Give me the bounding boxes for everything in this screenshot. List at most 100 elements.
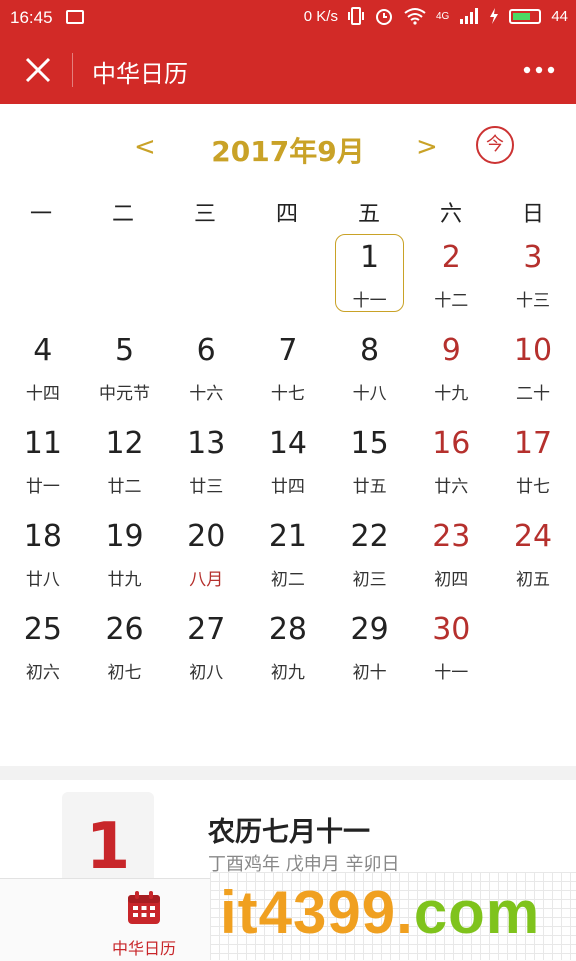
- calendar-day-18[interactable]: 18 廿八: [2, 511, 84, 604]
- calendar-day-2[interactable]: 2 十二: [410, 232, 492, 325]
- status-bar: 16:45 0 K/s 4G 44: [0, 0, 576, 36]
- calendar-day-21[interactable]: 21 初二: [247, 511, 329, 604]
- day-number: 23: [432, 519, 471, 554]
- signal-icon: [460, 8, 479, 24]
- calendar-day-4[interactable]: 4 十四: [2, 325, 84, 418]
- calendar-day-1[interactable]: 1 十一: [329, 232, 411, 325]
- next-month-button[interactable]: >: [416, 132, 438, 162]
- calendar-day-5[interactable]: 5 中元节: [84, 325, 166, 418]
- weekday-label: 日: [521, 202, 544, 227]
- lunar-day-label: 初八: [189, 663, 224, 683]
- lunar-day-label: 初六: [25, 663, 60, 683]
- lunar-day-label: 廿一: [25, 477, 60, 497]
- network-type: 4G: [435, 10, 450, 22]
- lunar-day-label: 廿七: [515, 477, 550, 497]
- lunar-day-label: 十一: [352, 291, 387, 311]
- calendar-day-22[interactable]: 22 初三: [329, 511, 411, 604]
- net-speed: 0 K/s: [303, 7, 338, 25]
- day-number: 9: [441, 333, 461, 368]
- calendar-day-13[interactable]: 13 廿三: [165, 418, 247, 511]
- lunar-day-label: 廿五: [352, 477, 387, 497]
- lunar-day-label: 十二: [434, 291, 469, 311]
- lunar-day-label: 廿三: [189, 477, 224, 497]
- appbar-divider: [72, 53, 73, 87]
- tab-calendar[interactable]: 中华日历: [104, 889, 184, 959]
- calendar-empty-cell: [84, 232, 166, 325]
- day-number: 25: [23, 612, 62, 647]
- calendar-empty-cell: [247, 232, 329, 325]
- calendar-day-15[interactable]: 15 廿五: [329, 418, 411, 511]
- day-number: 13: [187, 426, 226, 461]
- calendar-day-11[interactable]: 11 廿一: [2, 418, 84, 511]
- weekday-label: 二: [111, 202, 134, 227]
- calendar-day-29[interactable]: 29 初十: [329, 604, 411, 697]
- calendar-day-16[interactable]: 16 廿六: [410, 418, 492, 511]
- lunar-day-label: 廿六: [434, 477, 469, 497]
- calendar-day-10[interactable]: 10 二十: [492, 325, 574, 418]
- calendar-day-9[interactable]: 9 十九: [410, 325, 492, 418]
- day-number: 26: [105, 612, 144, 647]
- today-button[interactable]: 今: [476, 126, 514, 164]
- calendar-week-row: 4 十四 5 中元节 6 十六 7 十七 8 十八 9 十九 10 二十: [2, 325, 574, 418]
- calendar-day-14[interactable]: 14 廿四: [247, 418, 329, 511]
- calendar-day-20[interactable]: 20 八月: [165, 511, 247, 604]
- lunar-day-label: 初九: [270, 663, 305, 683]
- charging-icon: [490, 8, 499, 24]
- day-number: 2: [441, 240, 461, 275]
- calendar-day-12[interactable]: 12 廿二: [84, 418, 166, 511]
- lunar-day-label: 中元节: [99, 384, 151, 404]
- weekday-label: 六: [439, 202, 462, 227]
- day-number: 22: [350, 519, 389, 554]
- calendar-day-27[interactable]: 27 初八: [165, 604, 247, 697]
- day-number: 18: [23, 519, 62, 554]
- day-number: 3: [523, 240, 543, 275]
- lunar-day-label: 初五: [515, 570, 550, 590]
- calendar-day-24[interactable]: 24 初五: [492, 511, 574, 604]
- day-number: 8: [360, 333, 380, 368]
- calendar-day-25[interactable]: 25 初六: [2, 604, 84, 697]
- calendar-tab-icon: [128, 891, 160, 924]
- calendar-week-row: 25 初六 26 初七 27 初八 28 初九 29 初十 30 十一: [2, 604, 574, 697]
- lunar-day-label: 十三: [515, 291, 550, 311]
- calendar-day-26[interactable]: 26 初七: [84, 604, 166, 697]
- calendar-week-row: 18 廿八 19 廿九 20 八月 21 初二 22 初三 23 初四 24 初五: [2, 511, 574, 604]
- lunar-day-label: 十四: [25, 384, 60, 404]
- calendar-day-8[interactable]: 8 十八: [329, 325, 411, 418]
- battery-level: 44: [551, 7, 568, 25]
- lunar-day-label: 二十: [515, 384, 550, 404]
- calendar-day-23[interactable]: 23 初四: [410, 511, 492, 604]
- day-number: 7: [278, 333, 298, 368]
- watermark-logo: it4399.com: [210, 872, 576, 960]
- prev-month-button[interactable]: <: [134, 132, 156, 162]
- day-number: 29: [350, 612, 389, 647]
- weekday-label: 一: [29, 202, 52, 227]
- close-icon[interactable]: [20, 52, 56, 88]
- battery-icon: [509, 8, 542, 24]
- lunar-day-label: 廿八: [25, 570, 60, 590]
- status-time: 16:45: [10, 8, 53, 27]
- more-icon[interactable]: [522, 58, 556, 82]
- alarm-icon: [375, 9, 392, 25]
- day-number: 1: [360, 240, 380, 275]
- day-number: 6: [196, 333, 216, 368]
- calendar-day-7[interactable]: 7 十七: [247, 325, 329, 418]
- calendar-day-30[interactable]: 30 十一: [410, 604, 492, 697]
- lunar-day-label: 八月: [189, 570, 224, 590]
- weekday-header: 一 二 三 四 五 六 日: [0, 196, 576, 227]
- day-number: 4: [33, 333, 53, 368]
- lunar-day-label: 廿九: [107, 570, 142, 590]
- day-number: 16: [432, 426, 471, 461]
- calendar-empty-cell: [165, 232, 247, 325]
- day-number: 5: [114, 333, 135, 368]
- lunar-day-label: 廿四: [270, 477, 305, 497]
- tab-calendar-label: 中华日历: [111, 939, 176, 958]
- calendar-day-6[interactable]: 6 十六: [165, 325, 247, 418]
- day-number: 24: [513, 519, 553, 554]
- calendar-day-19[interactable]: 19 廿九: [84, 511, 166, 604]
- day-card: 1: [62, 792, 154, 888]
- calendar-day-3[interactable]: 3 十三: [492, 232, 574, 325]
- status-indicators: 0 K/s 4G 44: [304, 6, 568, 26]
- calendar-day-28[interactable]: 28 初九: [247, 604, 329, 697]
- calendar-day-17[interactable]: 17 廿七: [492, 418, 574, 511]
- lunar-day-label: 十一: [434, 663, 469, 683]
